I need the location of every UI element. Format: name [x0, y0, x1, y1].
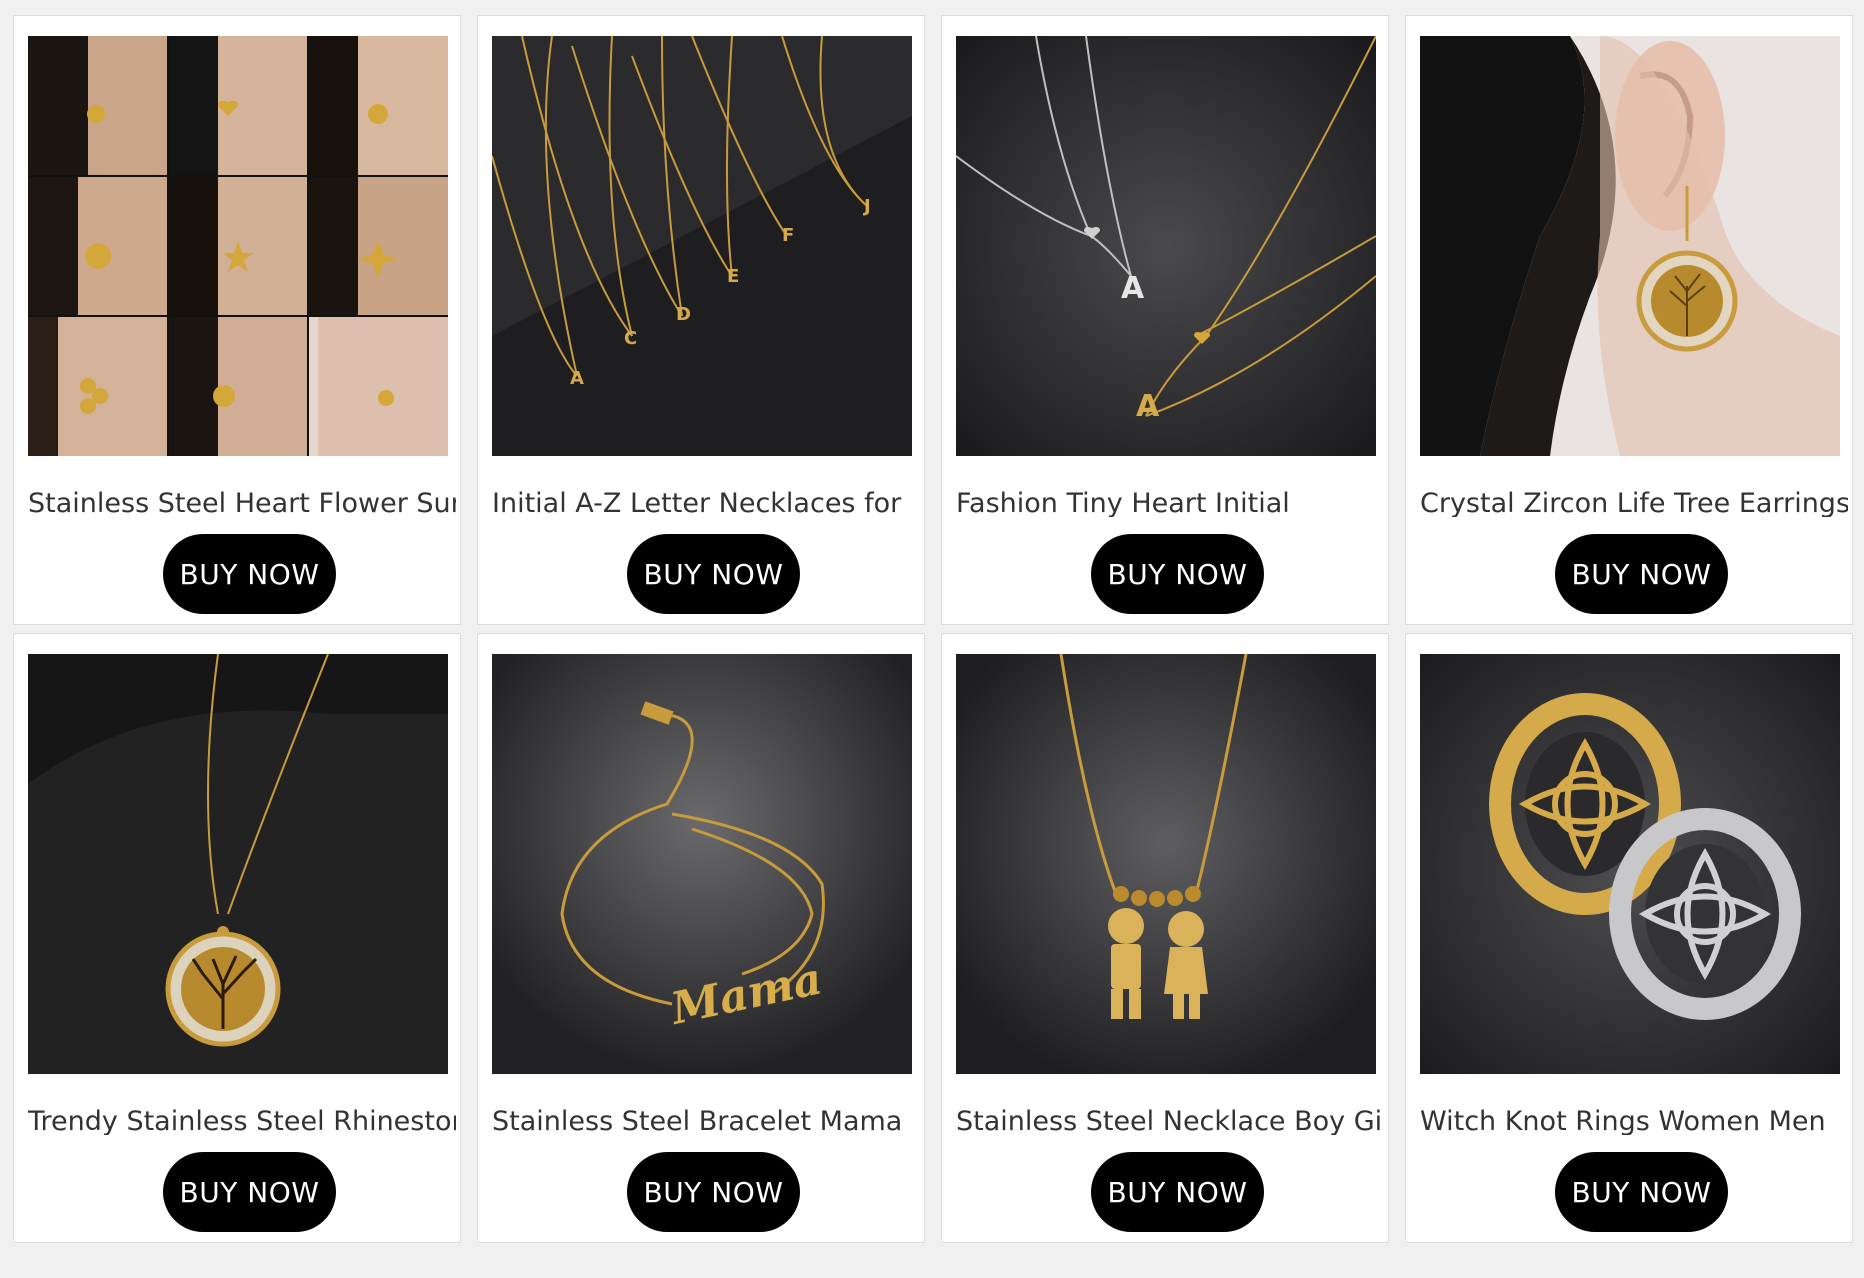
- svg-text:E: E: [727, 266, 739, 287]
- product-image[interactable]: [956, 654, 1376, 1074]
- buy-now-button[interactable]: BUY NOW: [627, 1152, 800, 1232]
- product-card[interactable]: Stainless Steel Necklace Boy Girl BUY NO…: [941, 633, 1389, 1243]
- product-grid: Stainless Steel Heart Flower Sun BUY NOW…: [0, 0, 1864, 1278]
- product-title[interactable]: Crystal Zircon Life Tree Earrings: [1420, 490, 1848, 517]
- buy-now-button[interactable]: BUY NOW: [1091, 534, 1264, 614]
- buy-now-button[interactable]: BUY NOW: [163, 534, 336, 614]
- svg-text:F: F: [782, 225, 794, 246]
- product-title[interactable]: Initial A-Z Letter Necklaces for: [492, 490, 920, 517]
- product-title[interactable]: Fashion Tiny Heart Initial: [956, 490, 1384, 517]
- svg-text:A: A: [1121, 271, 1145, 306]
- svg-text:A: A: [570, 368, 584, 389]
- product-image[interactable]: Mama: [492, 654, 912, 1074]
- product-image[interactable]: A C D E F J: [492, 36, 912, 456]
- product-title[interactable]: Stainless Steel Necklace Boy Girl: [956, 1108, 1384, 1135]
- svg-text:C: C: [624, 328, 637, 349]
- product-card[interactable]: Crystal Zircon Life Tree Earrings BUY NO…: [1405, 15, 1853, 625]
- product-title[interactable]: Trendy Stainless Steel Rhinestone: [28, 1108, 456, 1135]
- buy-now-button[interactable]: BUY NOW: [1555, 534, 1728, 614]
- product-card[interactable]: Witch Knot Rings Women Men BUY NOW: [1405, 633, 1853, 1243]
- product-title[interactable]: Stainless Steel Bracelet Mama: [492, 1108, 920, 1135]
- product-image[interactable]: [1420, 654, 1840, 1074]
- product-image[interactable]: A A: [956, 36, 1376, 456]
- product-card[interactable]: A A Fashion Tiny Heart Initial BUY NOW: [941, 15, 1389, 625]
- product-image[interactable]: [1420, 36, 1840, 456]
- product-title[interactable]: Witch Knot Rings Women Men: [1420, 1108, 1848, 1135]
- buy-now-button[interactable]: BUY NOW: [163, 1152, 336, 1232]
- svg-text:J: J: [862, 196, 871, 217]
- product-title[interactable]: Stainless Steel Heart Flower Sun: [28, 490, 456, 517]
- product-image[interactable]: [28, 654, 448, 1074]
- svg-text:A: A: [1136, 389, 1160, 424]
- product-card[interactable]: ACDEFJ Initial A-Z Letter Necklaces for …: [477, 15, 925, 625]
- product-image[interactable]: [28, 36, 448, 456]
- buy-now-button[interactable]: BUY NOW: [627, 534, 800, 614]
- product-card[interactable]: Mama Stainless Steel Bracelet Mama BUY N…: [477, 633, 925, 1243]
- product-card[interactable]: Trendy Stainless Steel Rhinestone BUY NO…: [13, 633, 461, 1243]
- buy-now-button[interactable]: BUY NOW: [1555, 1152, 1728, 1232]
- product-card[interactable]: Stainless Steel Heart Flower Sun BUY NOW: [13, 15, 461, 625]
- svg-text:D: D: [676, 304, 691, 325]
- buy-now-button[interactable]: BUY NOW: [1091, 1152, 1264, 1232]
